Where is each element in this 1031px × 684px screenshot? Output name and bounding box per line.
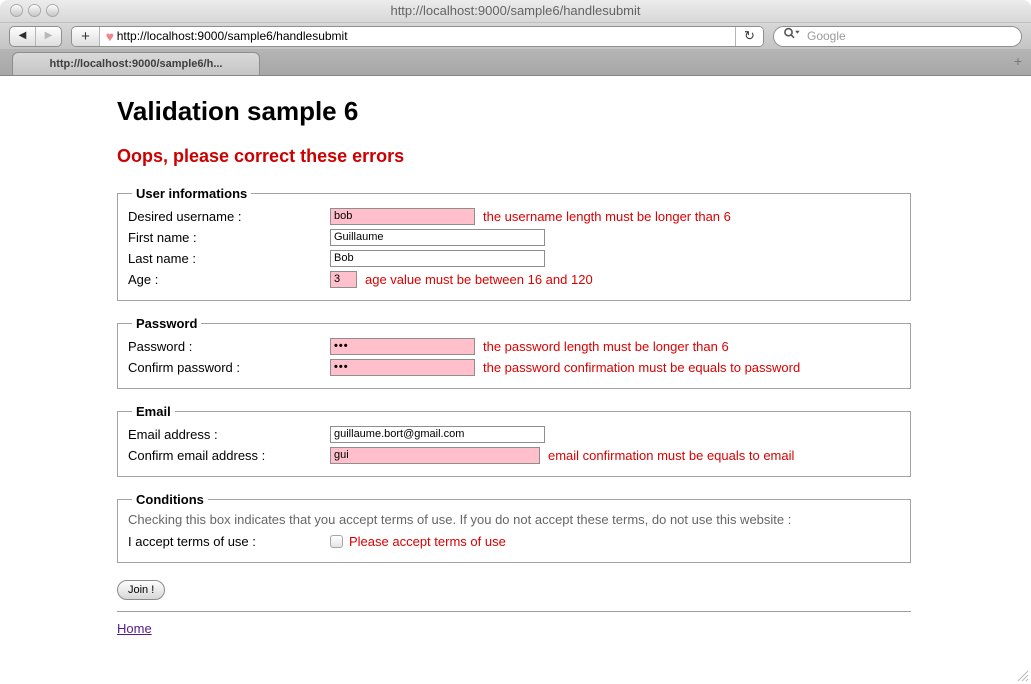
firstname-input[interactable]: [330, 229, 545, 246]
accept-terms-label: I accept terms of use :: [128, 534, 330, 549]
search-input[interactable]: [805, 28, 1012, 44]
history-nav-group: ◀ ▶: [9, 26, 62, 47]
age-label: Age :: [128, 272, 330, 287]
search-field[interactable]: [773, 26, 1022, 47]
page-content: Validation sample 6 Oops, please correct…: [0, 76, 1031, 684]
username-label: Desired username :: [128, 209, 330, 224]
email-label: Email address :: [128, 427, 330, 442]
legend-email: Email: [132, 404, 175, 419]
age-row: Age : age value must be between 16 and 1…: [128, 270, 900, 288]
legend-conditions: Conditions: [132, 492, 208, 507]
reload-icon: ↻: [744, 28, 755, 44]
lastname-input[interactable]: [330, 250, 545, 267]
home-link[interactable]: Home: [117, 621, 152, 636]
plus-icon: +: [81, 28, 90, 45]
fieldset-password: Password Password : the password length …: [117, 316, 911, 389]
browser-window: http://localhost:9000/sample6/handlesubm…: [0, 0, 1031, 684]
resize-grip-icon[interactable]: [1016, 669, 1029, 682]
confirm-email-error: email confirmation must be equals to ema…: [548, 448, 794, 463]
confirm-email-row: Confirm email address : email confirmati…: [128, 446, 900, 464]
confirm-password-error: the password confirmation must be equals…: [483, 360, 800, 375]
favicon-heart-icon: ♥: [106, 30, 114, 43]
forward-icon: ▶: [45, 31, 53, 41]
add-tab-button[interactable]: +: [72, 27, 100, 46]
reload-button[interactable]: ↻: [735, 27, 763, 46]
firstname-row: First name :: [128, 228, 900, 246]
username-error: the username length must be longer than …: [483, 209, 731, 224]
confirm-password-row: Confirm password : the password confirma…: [128, 358, 900, 376]
accept-terms-error: Please accept terms of use: [349, 534, 506, 549]
confirm-password-label: Confirm password :: [128, 360, 330, 375]
age-error: age value must be between 16 and 120: [365, 272, 593, 287]
tab-active[interactable]: http://localhost:9000/sample6/h...: [12, 52, 260, 75]
confirm-email-input[interactable]: [330, 447, 540, 464]
password-label: Password :: [128, 339, 330, 354]
lastname-row: Last name :: [128, 249, 900, 267]
password-error: the password length must be longer than …: [483, 339, 729, 354]
window-title: http://localhost:9000/sample6/handlesubm…: [0, 0, 1031, 22]
confirm-email-label: Confirm email address :: [128, 448, 330, 463]
new-tab-plus-icon[interactable]: +: [1014, 53, 1022, 69]
divider: [117, 611, 911, 612]
minimize-window-button[interactable]: [28, 4, 41, 17]
password-row: Password : the password length must be l…: [128, 337, 900, 355]
age-input[interactable]: [330, 271, 357, 288]
address-input[interactable]: [117, 27, 735, 46]
accept-terms-checkbox[interactable]: [330, 535, 343, 548]
legend-password: Password: [132, 316, 201, 331]
title-bar[interactable]: http://localhost:9000/sample6/handlesubm…: [0, 0, 1031, 23]
username-input[interactable]: [330, 208, 475, 225]
conditions-note: Checking this box indicates that you acc…: [128, 512, 900, 527]
back-button[interactable]: ◀: [10, 27, 36, 46]
close-window-button[interactable]: [10, 4, 23, 17]
fieldset-email: Email Email address : Confirm email addr…: [117, 404, 911, 477]
join-button[interactable]: Join !: [117, 580, 165, 600]
tab-title: http://localhost:9000/sample6/h...: [50, 58, 223, 70]
page-title: Validation sample 6: [117, 96, 911, 127]
confirm-password-input[interactable]: [330, 359, 475, 376]
password-input[interactable]: [330, 338, 475, 355]
back-icon: ◀: [19, 31, 27, 41]
fieldset-conditions: Conditions Checking this box indicates t…: [117, 492, 911, 563]
lastname-label: Last name :: [128, 251, 330, 266]
username-row: Desired username : the username length m…: [128, 207, 900, 225]
forward-button[interactable]: ▶: [36, 27, 61, 46]
accept-terms-row: I accept terms of use : Please accept te…: [128, 532, 900, 550]
legend-user-informations: User informations: [132, 186, 251, 201]
tab-bar: http://localhost:9000/sample6/h... +: [0, 49, 1031, 76]
zoom-window-button[interactable]: [46, 4, 59, 17]
email-input[interactable]: [330, 426, 545, 443]
address-bar: + ♥ ↻: [71, 26, 764, 47]
search-icon: [783, 27, 800, 45]
fieldset-user-informations: User informations Desired username : the…: [117, 186, 911, 301]
browser-toolbar: ◀ ▶ + ♥ ↻: [0, 23, 1031, 49]
firstname-label: First name :: [128, 230, 330, 245]
window-controls: [10, 4, 59, 17]
error-heading: Oops, please correct these errors: [117, 146, 911, 167]
email-row: Email address :: [128, 425, 900, 443]
